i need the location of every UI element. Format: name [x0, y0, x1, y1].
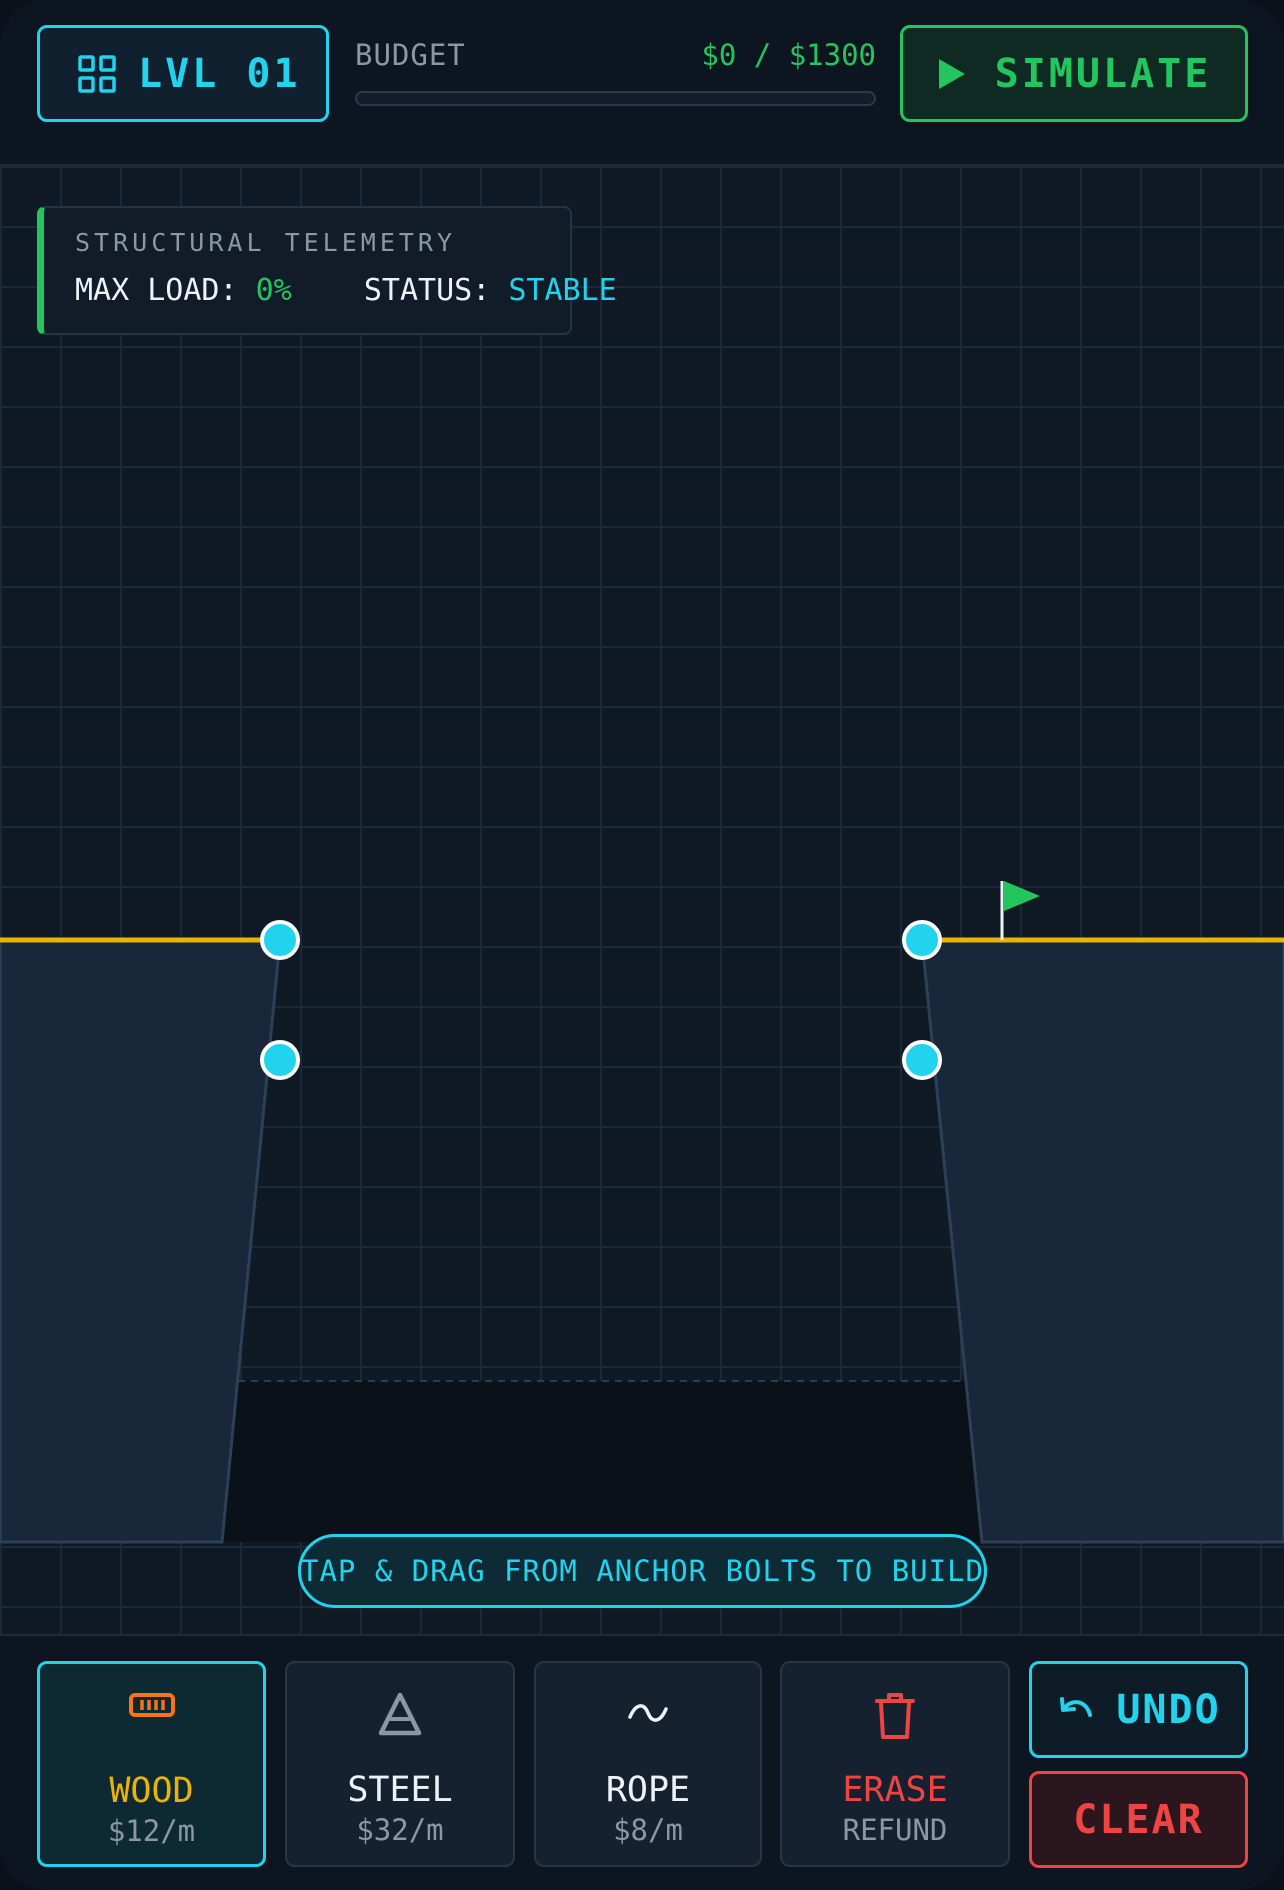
- max-load-label: MAX LOAD:: [75, 273, 238, 308]
- steel-triangle-icon: [378, 1692, 422, 1736]
- clear-label: CLEAR: [1073, 1796, 1204, 1843]
- budget-label: BUDGET: [355, 38, 466, 72]
- top-bar: LVL 01 BUDGET $0 / $1300 SIMULATE: [0, 0, 1284, 166]
- build-canvas[interactable]: STRUCTURAL TELEMETRY MAX LOAD: 0% STATUS…: [0, 166, 1284, 1634]
- telemetry-row: MAX LOAD: 0% STATUS: STABLE: [75, 273, 617, 308]
- tool-erase[interactable]: ERASE REFUND: [780, 1661, 1010, 1867]
- undo-button[interactable]: UNDO: [1029, 1661, 1248, 1758]
- level-label: LVL 01: [138, 50, 301, 97]
- app-root: LVL 01 BUDGET $0 / $1300 SIMULATE STRUCT…: [0, 0, 1284, 1890]
- tool-wood-price: $12/m: [107, 1814, 196, 1848]
- goal-flag-icon: [1000, 881, 1040, 940]
- tool-steel-price: $32/m: [356, 1813, 444, 1847]
- anchor-bolt-right-top: [902, 920, 942, 960]
- material-toolbar: WOOD $12/m STEEL $32/m ROPE $8/m ERASE R…: [0, 1634, 1284, 1890]
- build-hint: TAP & DRAG FROM ANCHOR BOLTS TO BUILD: [298, 1534, 987, 1608]
- anchor-bolt-right-bottom: [902, 1040, 942, 1080]
- tool-erase-sub: REFUND: [842, 1813, 948, 1847]
- tool-steel[interactable]: STEEL $32/m: [285, 1661, 515, 1867]
- tool-steel-label: STEEL: [347, 1770, 453, 1810]
- terrain-layer: [0, 881, 1284, 1544]
- grid-icon: [78, 54, 116, 93]
- trash-icon: [875, 1693, 915, 1739]
- simulate-button[interactable]: SIMULATE: [900, 25, 1248, 122]
- telemetry-panel: STRUCTURAL TELEMETRY MAX LOAD: 0% STATUS…: [37, 206, 617, 335]
- right-cliff: [920, 938, 1284, 1544]
- play-icon: [938, 58, 965, 89]
- simulate-label: SIMULATE: [994, 50, 1212, 97]
- tool-wood-label: WOOD: [109, 1771, 194, 1811]
- status-label: STATUS:: [363, 273, 491, 308]
- chasm-water: [222, 1381, 982, 1542]
- level-button[interactable]: LVL 01: [37, 25, 329, 122]
- tool-rope[interactable]: ROPE $8/m: [534, 1661, 762, 1867]
- max-load-value: 0%: [255, 273, 292, 308]
- tool-rope-price: $8/m: [613, 1813, 683, 1847]
- clear-button[interactable]: CLEAR: [1029, 1771, 1248, 1868]
- tool-rope-label: ROPE: [605, 1770, 691, 1810]
- rope-wave-icon: [628, 1704, 668, 1722]
- tool-erase-label: ERASE: [842, 1770, 948, 1810]
- telemetry-title: STRUCTURAL TELEMETRY: [75, 228, 457, 257]
- wood-plank-icon: [128, 1693, 175, 1717]
- budget-value: $0 / $1300: [701, 38, 876, 72]
- undo-label: UNDO: [1116, 1686, 1221, 1733]
- undo-icon: [1060, 1696, 1093, 1717]
- budget-progress-bar: [355, 91, 876, 106]
- anchor-bolt-left-top: [260, 920, 300, 960]
- anchor-bolt-left-bottom: [260, 1040, 300, 1080]
- tool-wood[interactable]: WOOD $12/m: [37, 1661, 266, 1867]
- status-value: STABLE: [508, 273, 617, 308]
